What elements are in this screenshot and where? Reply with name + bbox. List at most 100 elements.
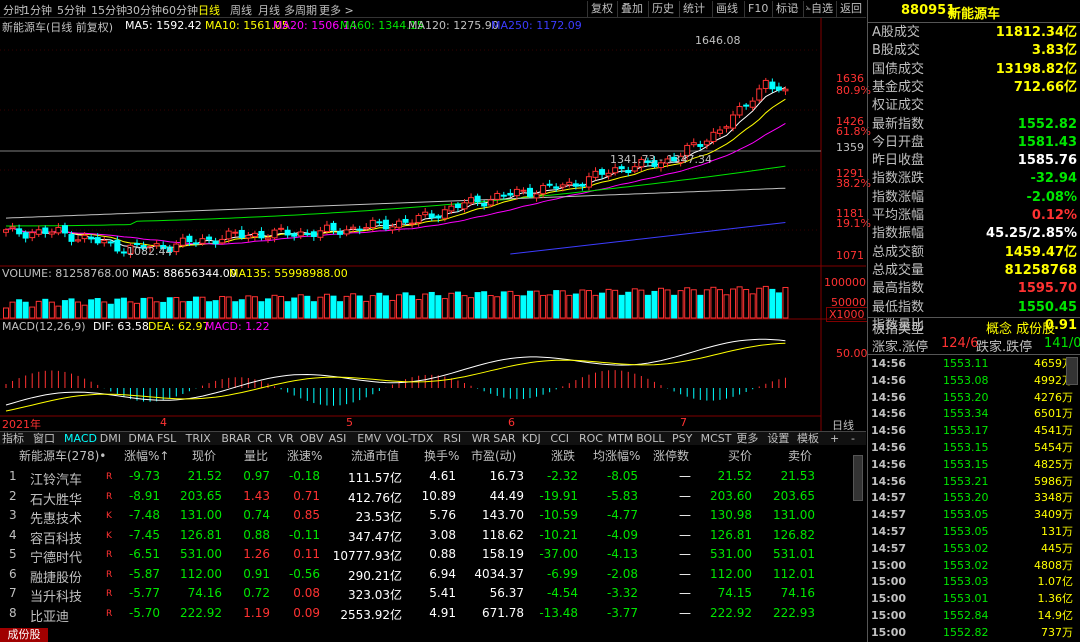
indicator-tab[interactable]: CR [257,432,272,446]
quote-value: -32.94 [1030,171,1077,187]
indicator-tab[interactable]: 更多 [736,432,758,446]
quote-value: 1585.76 [1017,153,1077,169]
column-header[interactable]: 涨跌 [551,447,575,464]
column-header[interactable]: 涨停数 [653,447,689,464]
volume-bar [94,298,101,319]
indicator-tab[interactable]: + [830,432,839,446]
candle-body [330,222,337,231]
table-row[interactable]: 6 融捷股份 R -5.87 112.00 0.91 -0.56 290.21亿 6.94 403… [0,566,850,586]
column-header[interactable]: 市盈(动) [471,447,516,464]
indicator-tab[interactable]: MTM [608,432,634,446]
cell-chg: -2.32 [546,469,578,483]
table-row[interactable]: 1 江铃汽车 R -9.73 21.52 0.97 -0.18 111.57亿 4.61 16.7… [0,469,850,488]
stock-name: 石大胜华 [30,492,83,508]
candle-body [29,232,36,239]
candle-body [599,169,606,175]
indicator-tabbar: 指标 窗口 MACD DMI DMA FSL TRIX BRAR CR VR OBV ASI EMV VO… [0,431,866,445]
column-header[interactable]: 涨幅%↑ [124,447,169,464]
indicator-tab[interactable]: EMV [357,432,381,446]
column-header[interactable]: 买价 [728,447,752,464]
column-header[interactable]: 流通市值 [351,447,399,464]
tick-time: 14:57 [871,508,907,522]
candle-body [441,209,448,219]
volume-bar [756,287,763,319]
indicator-tab[interactable]: CCI [550,432,569,446]
column-header[interactable]: 涨速% [287,447,322,464]
volume-bar [291,297,298,319]
quote-label: 今日开盘 [872,134,925,150]
volume-bar [120,297,127,319]
macd-title: MACD(12,26,9) [2,320,86,333]
indicator-tab[interactable]: TRIX [186,432,211,446]
indicator-tab[interactable]: ROC [579,432,603,446]
table-row[interactable]: 2 石大胜华 R -8.91 203.65 1.43 0.71 412.76亿 10.89 44.… [0,488,850,508]
volume-bar [389,299,396,319]
volume-bar [396,294,402,319]
column-header[interactable]: 现价 [192,447,216,464]
indicator-tab[interactable]: RSI [443,432,461,446]
tick-time: 14:56 [871,390,907,404]
column-header[interactable]: 新能源车(278)• [19,447,106,464]
table-row[interactable]: 7 当升科技 R -5.77 74.16 0.72 0.08 323.03亿 5.41 56.37… [0,586,850,605]
indicator-tab[interactable]: DMI [100,432,121,446]
volume-bar [343,295,350,319]
kline-chart[interactable] [0,0,866,431]
board-type-value[interactable]: 概念 成份股 [986,318,1055,337]
cell-vr: 1.43 [243,488,270,503]
cell-spd: 0.09 [293,605,320,620]
cell-pe: 56.37 [489,586,524,600]
indicator-tab[interactable]: VOL-TDX [386,432,434,446]
indicator-tab[interactable]: FSL [157,432,176,446]
candle-body [690,142,697,146]
candle-body [120,251,127,254]
indicator-tab[interactable]: VR [279,432,294,446]
candle-body [363,227,370,230]
indicator-tab[interactable]: KDJ [522,432,541,446]
indicator-tab[interactable]: WR [472,432,491,446]
table-row[interactable]: 4 容百科技 K -7.45 126.81 0.88 -0.11 347.47亿 3.08 118… [0,528,850,547]
indicator-tab[interactable]: 窗口 [33,432,55,446]
indicator-tab[interactable]: SAR [493,432,515,446]
table-row[interactable]: 5 宁德时代 R -6.51 531.00 1.26 0.11 10777.93亿 0.88 15… [0,547,850,566]
range-label: 1341.73 - 1347.34 [610,153,712,166]
indicator-tab[interactable]: DMA [128,432,154,446]
table-scrollbar[interactable] [853,455,863,501]
indicator-tab[interactable]: OBV [300,432,323,446]
column-header[interactable]: 量比 [244,447,268,464]
column-header[interactable]: 均涨幅% [593,447,640,464]
indicator-tab[interactable]: MCST [701,432,732,446]
cell-bid: 222.92 [710,605,752,620]
cell-ask: 112.01 [773,566,815,581]
indicator-tab[interactable]: BRAR [221,432,251,446]
candle-body [572,183,579,187]
date-label: 7 [680,416,687,429]
constituent-badge[interactable]: 成份股 [0,628,48,642]
volume-bar [625,291,632,319]
constituent-table: 新能源车(278)• 涨幅%↑ 现价 量比 涨速% 流通市值 换手% 市盈(动) 涨跌 均涨幅% 涨… [0,445,866,642]
indicator-tab[interactable]: 设置 [767,432,789,446]
indicator-tab[interactable]: BOLL [636,432,664,446]
indicator-tab[interactable]: MACD [64,432,97,446]
volume-bar [651,290,658,319]
indicator-tab[interactable]: - [851,432,855,446]
cell-ask: 21.53 [780,469,815,483]
column-header[interactable]: 换手% [424,447,459,464]
down-count-label: 跌家.跌停 [976,340,1033,355]
indicator-tab[interactable]: PSY [672,432,692,446]
volume-bar [487,295,494,319]
quote-label: 指数涨幅 [872,189,925,205]
tick-scrollbar[interactable] [1066,357,1078,385]
stock-name: 容百科技 [30,531,83,547]
indicator-tab[interactable]: ASI [329,432,347,446]
volume-bar [736,286,743,319]
indicator-tab[interactable]: 模板 [797,432,819,446]
table-row[interactable]: 8 比亚迪 R -5.70 222.92 1.19 0.09 2553.92亿 4.91 671.… [0,605,850,625]
column-header[interactable]: 卖价 [788,447,812,464]
volume-bar [284,301,291,319]
volume-bar [546,294,553,319]
volume-bar [566,294,573,319]
candle-body [271,229,278,239]
candle-body [369,219,376,228]
indicator-tab[interactable]: 指标 [2,432,24,446]
table-row[interactable]: 3 先惠技术 K -7.48 131.00 0.74 0.85 23.53亿 5.76 143.7… [0,508,850,527]
